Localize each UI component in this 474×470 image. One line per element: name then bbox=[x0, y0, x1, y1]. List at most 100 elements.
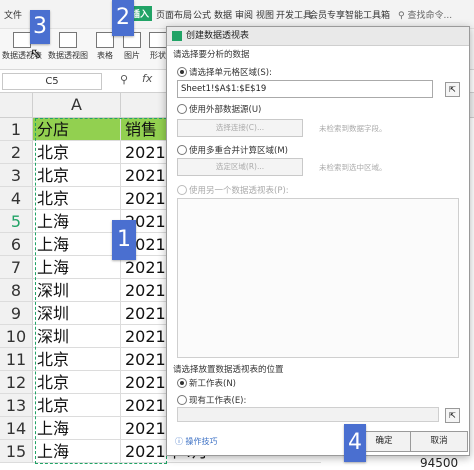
area-note: 未检索到选中区域。 bbox=[319, 163, 387, 172]
cell-a[interactable]: 上海 bbox=[33, 256, 121, 279]
cancel-button[interactable]: 取消 bbox=[410, 431, 468, 452]
cell-b[interactable]: 2021年 bbox=[121, 394, 167, 417]
dialog-title: 创建数据透视表 bbox=[186, 31, 250, 41]
row-header[interactable]: 1 bbox=[0, 118, 33, 141]
cell-b[interactable]: 2021年 bbox=[121, 302, 167, 325]
pivot-table-list[interactable] bbox=[177, 198, 459, 358]
radio-external-source[interactable] bbox=[177, 104, 187, 114]
cell-a[interactable]: 上海 bbox=[33, 233, 121, 256]
menu-smart-toolbox[interactable]: 智能工具箱 bbox=[345, 8, 390, 21]
row-header[interactable]: 13 bbox=[0, 394, 33, 417]
cell-a[interactable]: 分店 bbox=[33, 118, 121, 141]
row-header[interactable]: 12 bbox=[0, 371, 33, 394]
row-header[interactable]: 10 bbox=[0, 325, 33, 348]
row-header[interactable]: 4 bbox=[0, 187, 33, 210]
partial-cell-value: 94500 bbox=[420, 456, 459, 470]
row-header[interactable]: 8 bbox=[0, 279, 33, 302]
menu-review[interactable]: 审阅 bbox=[235, 8, 253, 21]
row-header[interactable]: 15 bbox=[0, 440, 33, 463]
help-icon: ⓘ bbox=[175, 437, 183, 446]
connection-note: 未检索到数据字段。 bbox=[319, 124, 387, 133]
radio-existing-sheet[interactable] bbox=[177, 395, 187, 405]
row-header[interactable]: 5 bbox=[0, 210, 33, 233]
location-picker-icon[interactable]: ⇱ bbox=[445, 408, 460, 423]
cell-a[interactable]: 北京 bbox=[33, 187, 121, 210]
radio-other-pivot[interactable] bbox=[177, 185, 187, 195]
cell-a[interactable]: 北京 bbox=[33, 348, 121, 371]
cell-b[interactable]: 2021年 bbox=[121, 187, 167, 210]
radio-select-range[interactable] bbox=[177, 67, 187, 77]
section-location-label: 请选择放置数据透视表的位置 bbox=[173, 365, 284, 375]
menu-page-layout[interactable]: 页面布局 bbox=[156, 8, 192, 21]
row-header[interactable]: 3 bbox=[0, 164, 33, 187]
dialog-title-bar: 创建数据透视表 bbox=[167, 27, 469, 46]
step-badge-4: 4 bbox=[344, 424, 366, 462]
tips-link[interactable]: ⓘ 操作技巧 bbox=[175, 436, 218, 447]
pivot-table-icon bbox=[13, 32, 31, 48]
label-multiple-ranges: 使用多重合并计算区域(M) bbox=[189, 146, 288, 156]
cell-a[interactable]: 深圳 bbox=[33, 302, 121, 325]
menu-formula[interactable]: 公式 bbox=[193, 8, 211, 21]
fx-icon[interactable]: fx bbox=[142, 72, 152, 85]
section-source-label: 请选择要分析的数据 bbox=[173, 50, 250, 60]
range-picker-icon[interactable]: ⇱ bbox=[445, 82, 460, 97]
name-box[interactable]: C5 bbox=[2, 73, 102, 90]
row-header[interactable]: 11 bbox=[0, 348, 33, 371]
row-header[interactable]: 14 bbox=[0, 417, 33, 440]
step-badge-2: 2 bbox=[112, 0, 134, 36]
pivot-chart-button[interactable]: 数据透视图 bbox=[46, 32, 90, 61]
cell-b[interactable]: 2021年 bbox=[121, 348, 167, 371]
row-header[interactable]: 6 bbox=[0, 233, 33, 256]
cell-a[interactable]: 北京 bbox=[33, 394, 121, 417]
cell-a[interactable]: 深圳 bbox=[33, 279, 121, 302]
search-command[interactable]: ⚲ 查找命令... bbox=[398, 8, 452, 21]
select-connection-button[interactable]: 选择连接(C)... bbox=[177, 119, 303, 137]
cell-b[interactable]: 2021年 bbox=[121, 417, 167, 440]
shape-icon bbox=[149, 32, 167, 48]
cell-b[interactable]: 2021年 bbox=[121, 164, 167, 187]
menu-developer[interactable]: 开发工具 bbox=[276, 8, 312, 21]
cell-a[interactable]: 深圳 bbox=[33, 325, 121, 348]
cell-b[interactable]: 2021年 bbox=[121, 325, 167, 348]
cell-b[interactable]: 销售 bbox=[121, 118, 167, 141]
radio-multiple-ranges[interactable] bbox=[177, 145, 187, 155]
menu-member[interactable]: 会员专享 bbox=[309, 8, 345, 21]
row-header[interactable]: 2 bbox=[0, 141, 33, 164]
cell-a[interactable]: 上海 bbox=[33, 210, 121, 233]
step-badge-3: 3 bbox=[30, 10, 50, 44]
cell-a[interactable]: 上海 bbox=[33, 417, 121, 440]
picture-button[interactable]: 图片 bbox=[120, 32, 144, 61]
app-icon bbox=[172, 30, 182, 41]
step-badge-1: 1 bbox=[112, 220, 136, 260]
menu-bar: 文件 插入 页面布局 公式 数据 审阅 视图 开发工具 会员专享 智能工具箱 ⚲… bbox=[0, 0, 474, 29]
menu-data[interactable]: 数据 bbox=[214, 8, 232, 21]
mouse-cursor-icon: ⬁ bbox=[30, 46, 42, 62]
cell-a[interactable]: 上海 bbox=[33, 440, 121, 463]
label-new-sheet: 新工作表(N) bbox=[189, 379, 236, 389]
cell-a[interactable]: 北京 bbox=[33, 141, 121, 164]
pivot-chart-icon bbox=[59, 32, 77, 48]
label-other-pivot: 使用另一个数据透视表(P): bbox=[189, 186, 289, 196]
menu-file[interactable]: 文件 bbox=[4, 8, 22, 21]
shape-button[interactable]: 形状 bbox=[148, 32, 168, 61]
cell-b[interactable]: 2021年 bbox=[121, 371, 167, 394]
create-pivot-table-dialog: 创建数据透视表 请选择要分析的数据 请选择单元格区域(S): Sheet1!$A… bbox=[166, 26, 470, 456]
zoom-icon[interactable]: ⚲ bbox=[120, 73, 128, 86]
cell-a[interactable]: 北京 bbox=[33, 371, 121, 394]
range-input[interactable]: Sheet1!$A$1:$E$19 bbox=[177, 80, 433, 98]
cell-a[interactable]: 北京 bbox=[33, 164, 121, 187]
row-header[interactable]: 7 bbox=[0, 256, 33, 279]
existing-sheet-input[interactable] bbox=[177, 407, 439, 422]
column-header-a[interactable]: A bbox=[33, 93, 121, 117]
cell-b[interactable]: 2021年 bbox=[121, 279, 167, 302]
select-all-corner[interactable] bbox=[0, 93, 33, 117]
label-existing-sheet: 现有工作表(E): bbox=[189, 396, 247, 406]
menu-view[interactable]: 视图 bbox=[256, 8, 274, 21]
label-select-range: 请选择单元格区域(S): bbox=[189, 68, 272, 78]
table-button[interactable]: 表格 bbox=[94, 32, 116, 61]
label-external-source: 使用外部数据源(U) bbox=[189, 105, 262, 115]
select-area-button[interactable]: 选定区域(R)... bbox=[177, 158, 303, 176]
cell-b[interactable]: 2021年 bbox=[121, 141, 167, 164]
row-header[interactable]: 9 bbox=[0, 302, 33, 325]
radio-new-sheet[interactable] bbox=[177, 378, 187, 388]
